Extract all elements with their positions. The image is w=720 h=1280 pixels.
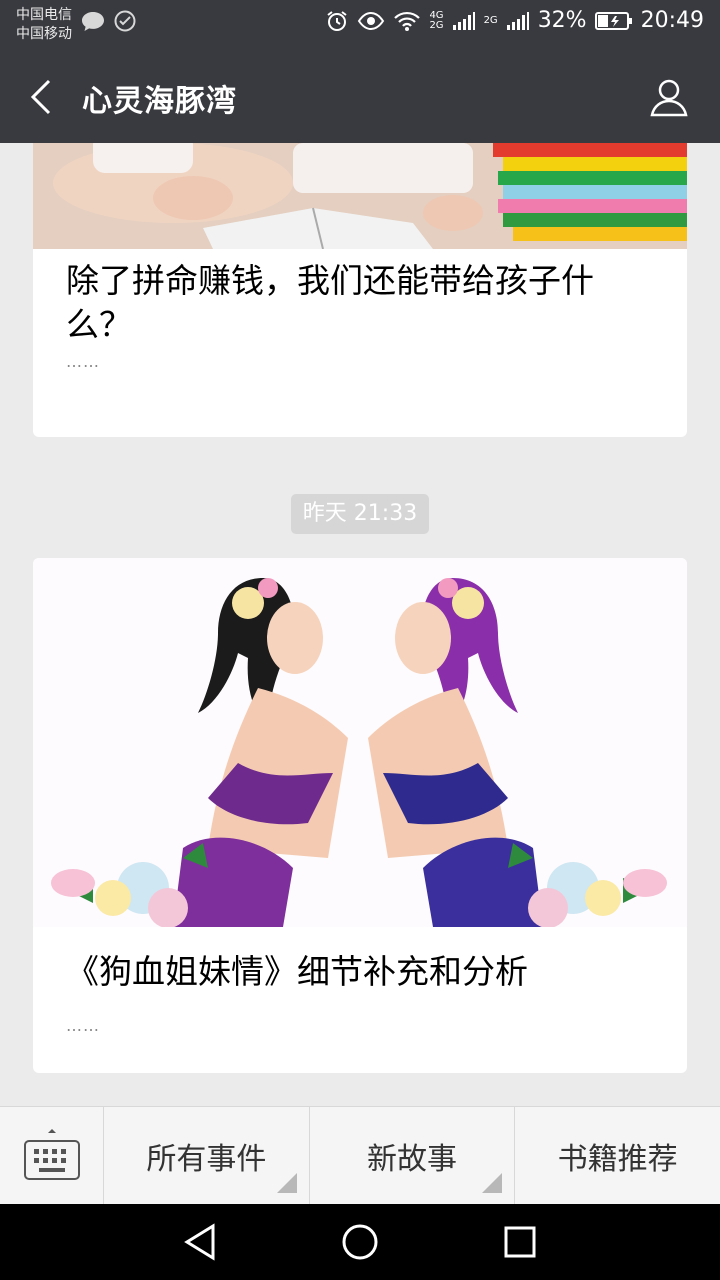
status-bar: 中国电信 中国移动 4G 2G 2G 32% 20:49 — [0, 0, 720, 50]
profile-icon — [650, 79, 688, 117]
system-status: 4G 2G 2G 32% 20:49 — [325, 8, 704, 33]
nav-back-button[interactable] — [178, 1220, 222, 1264]
article-thumbnail — [33, 558, 687, 927]
nav-recents-button[interactable] — [498, 1220, 542, 1264]
signal-icon-1 — [452, 11, 475, 30]
title-bar: 心灵海豚湾 — [0, 50, 720, 143]
chat-bubble-icon — [82, 12, 104, 31]
battery-icon — [594, 11, 632, 30]
clock: 20:49 — [640, 8, 704, 33]
back-button[interactable] — [18, 74, 64, 120]
carrier-info: 中国电信 中国移动 — [16, 6, 72, 44]
system-nav-bar — [0, 1204, 720, 1280]
nav-back-icon — [184, 1223, 215, 1261]
top-bar: 中国电信 中国移动 4G 2G 2G 32% 20:49 心灵海豚湾 — [0, 0, 720, 143]
submenu-indicator-icon — [276, 1173, 297, 1193]
menu-label: 所有事件 — [146, 1142, 267, 1177]
bottom-menu: 所有事件 新故事 书籍推荐 — [0, 1106, 720, 1205]
profile-button[interactable] — [646, 74, 692, 120]
message-list[interactable]: 除了拼命赚钱，我们还能带给孩子什么？ …… 昨天 21:33 《狗血姐妹情》细节… — [0, 143, 720, 1106]
network-labels-1: 4G 2G — [429, 9, 444, 31]
article-digest: …… — [66, 1016, 100, 1035]
article-thumbnail — [33, 143, 687, 249]
article-digest: …… — [66, 352, 100, 371]
menu-book-recommendations[interactable]: 书籍推荐 — [515, 1107, 720, 1205]
nav-recents-icon — [504, 1226, 536, 1258]
page-title: 心灵海豚湾 — [82, 84, 237, 119]
signal-icon-2 — [506, 11, 529, 30]
menu-label: 新故事 — [367, 1142, 457, 1177]
alarm-icon — [327, 10, 348, 31]
timestamp-label: 昨天 21:33 — [291, 494, 429, 534]
eye-icon — [358, 11, 385, 30]
kids-reading-image — [33, 143, 687, 249]
keyboard-toggle-button[interactable] — [0, 1107, 104, 1205]
carrier-1: 中国电信 — [16, 7, 72, 23]
menu-new-story[interactable]: 新故事 — [310, 1107, 516, 1205]
article-card[interactable]: 《狗血姐妹情》细节补充和分析 …… — [33, 558, 687, 1073]
article-title: 《狗血姐妹情》细节补充和分析 — [66, 952, 528, 991]
article-title: 除了拼命赚钱，我们还能带给孩子什么？ — [66, 261, 594, 344]
article-card[interactable]: 除了拼命赚钱，我们还能带给孩子什么？ …… — [33, 143, 687, 437]
nav-home-icon — [342, 1224, 378, 1260]
carrier-2: 中国移动 — [16, 26, 72, 42]
wifi-icon — [394, 11, 421, 31]
menu-all-events[interactable]: 所有事件 — [104, 1107, 310, 1205]
keyboard-icon — [24, 1129, 80, 1180]
notification-icons — [80, 10, 136, 32]
app-notification-icon — [114, 10, 136, 32]
back-icon — [30, 79, 51, 115]
sisters-illustration-image — [33, 558, 687, 927]
submenu-indicator-icon — [482, 1173, 503, 1193]
network-label-2: 2G — [483, 14, 498, 26]
battery-percent: 32% — [537, 8, 587, 33]
nav-home-button[interactable] — [338, 1220, 382, 1264]
menu-label: 书籍推荐 — [557, 1142, 678, 1177]
